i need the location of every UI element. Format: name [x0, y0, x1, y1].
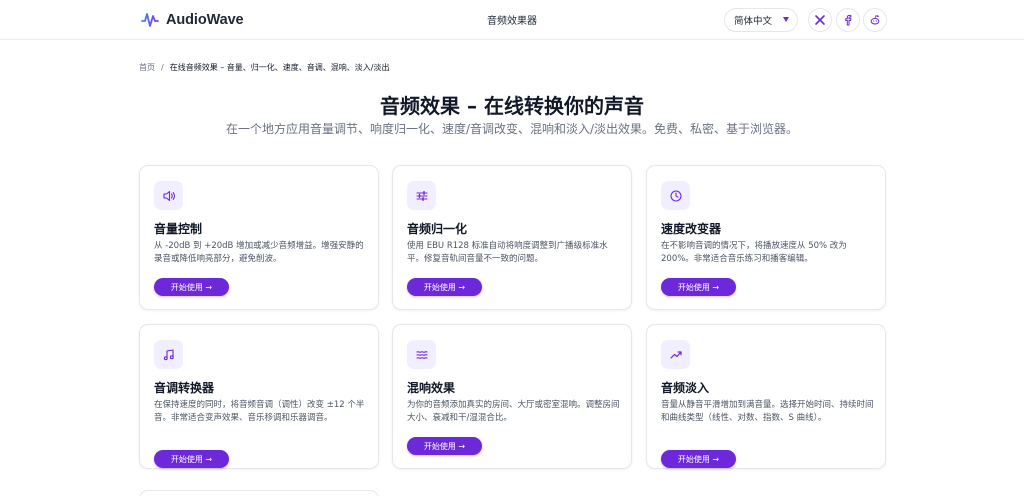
- waves-icon: [415, 350, 428, 359]
- facebook-icon: [845, 14, 852, 26]
- card-pitch-shifter: 音调转换器 在保持速度的同时，将音频音调（调性）改变 ±12 个半音。非常适合变…: [139, 324, 379, 469]
- card-icon-box: [154, 181, 183, 210]
- language-label: 简体中文: [734, 16, 773, 27]
- chevron-down-icon: [783, 17, 789, 22]
- card-description: 音量从静音平滑增加到满音量。选择开始时间、持续时间和曲线类型（线性、对数、指数、…: [661, 400, 874, 423]
- start-button[interactable]: 开始使用 →: [407, 437, 482, 455]
- card-title: 音调转换器: [154, 381, 215, 395]
- card-title: 音频淡入: [661, 381, 710, 395]
- x-share-button[interactable]: [808, 8, 832, 32]
- card-description: 使用 EBU R128 标准自动将响度调整到广播级标准水平。修复音轨间音量不一致…: [407, 241, 608, 264]
- card-description: 从 -20dB 到 +20dB 增加或减少音频增益。增强安静的录音或降低响亮部分…: [154, 241, 364, 264]
- breadcrumb-current: 在线音频效果 – 音量、归一化、速度、音调、混响、淡入/淡出: [169, 63, 390, 72]
- start-button[interactable]: 开始使用 →: [661, 450, 736, 468]
- clock-icon: [669, 189, 682, 202]
- breadcrumb-home[interactable]: 首页: [139, 62, 155, 73]
- card-partial: [139, 490, 379, 496]
- sliders-icon: [415, 190, 428, 201]
- card-speed-changer: 速度改变器 在不影响音调的情况下，将播放速度从 50% 改为 200%。非常适合…: [646, 165, 886, 310]
- card-title: 音频归一化: [407, 222, 468, 236]
- page-title: 音频效果 – 在线转换你的声音: [380, 94, 644, 118]
- card-title: 混响效果: [407, 381, 456, 395]
- reddit-icon: [870, 15, 880, 25]
- breadcrumb: 首页 / 在线音频效果 – 音量、归一化、速度、音调、混响、淡入/淡出: [139, 62, 389, 73]
- top-header: AudioWave 音频效果器 简体中文: [0, 0, 1024, 40]
- reddit-share-button[interactable]: [863, 8, 887, 32]
- card-title: 音量控制: [154, 222, 203, 236]
- breadcrumb-separator: /: [161, 63, 164, 72]
- nav-title-link[interactable]: 音频效果器: [487, 12, 537, 27]
- card-icon-box: [407, 181, 436, 210]
- facebook-share-button[interactable]: [836, 8, 860, 32]
- card-description: 为你的音频添加真实的房间、大厅或密室混响。调整房间大小、衰减和干/湿混合比。: [407, 400, 620, 423]
- language-selector[interactable]: 简体中文: [724, 8, 798, 32]
- page-subtitle: 在一个地方应用音量调节、响度归一化、速度/音调改变、混响和淡入/淡出效果。免费、…: [225, 122, 799, 136]
- card-icon-box: [407, 340, 436, 369]
- start-button[interactable]: 开始使用 →: [154, 278, 229, 296]
- speaker-icon: [162, 190, 175, 201]
- start-button[interactable]: 开始使用 →: [407, 278, 482, 296]
- card-description: 在不影响音调的情况下，将播放速度从 50% 改为 200%。非常适合音乐练习和播…: [661, 241, 847, 264]
- start-button[interactable]: 开始使用 →: [154, 450, 229, 468]
- start-button[interactable]: 开始使用 →: [661, 278, 736, 296]
- card-volume-control: 音量控制 从 -20dB 到 +20dB 增加或减少音频增益。增强安静的录音或降…: [139, 165, 379, 310]
- card-reverb-effect: 混响效果 为你的音频添加真实的房间、大厅或密室混响。调整房间大小、衰减和干/湿混…: [392, 324, 632, 469]
- x-icon: [815, 15, 825, 25]
- card-icon-box: [154, 340, 183, 369]
- card-description: 在保持速度的同时，将音频音调（调性）改变 ±12 个半音。非常适合变声效果、音乐…: [154, 400, 365, 423]
- music-note-icon: [163, 348, 174, 360]
- trend-up-icon: [669, 350, 682, 359]
- card-audio-normalization: 音频归一化 使用 EBU R128 标准自动将响度调整到广播级标准水平。修复音轨…: [392, 165, 632, 310]
- card-icon-box: [661, 340, 690, 369]
- card-audio-fade-in: 音频淡入 音量从静音平滑增加到满音量。选择开始时间、持续时间和曲线类型（线性、对…: [646, 324, 886, 469]
- card-title: 速度改变器: [661, 222, 722, 236]
- card-icon-box: [661, 181, 690, 210]
